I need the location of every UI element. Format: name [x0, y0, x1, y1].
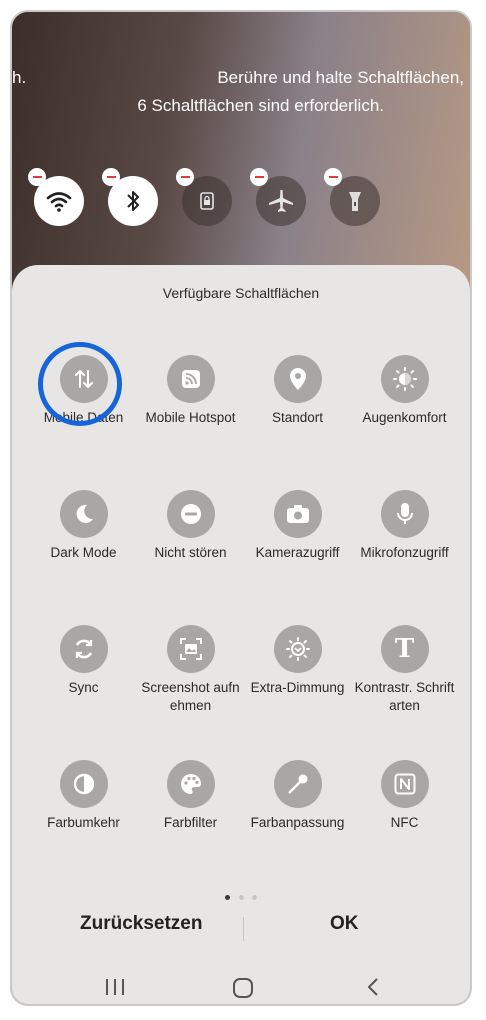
tile-label: Screenshot aufnehmen	[141, 680, 240, 713]
tile-microphone-access[interactable]: Mikrofonzugriff	[351, 490, 458, 562]
microphone-access-icon	[380, 490, 429, 538]
back-icon	[368, 978, 378, 996]
remove-badge[interactable]	[176, 168, 194, 186]
nfc-icon	[380, 760, 429, 808]
tile-label: Sync	[68, 680, 99, 695]
mobile-hotspot-icon	[166, 355, 215, 403]
screenshot-icon	[166, 625, 215, 673]
bluetooth-icon	[127, 191, 139, 211]
page-dot-current[interactable]	[225, 895, 231, 900]
tile-label: Nicht stören	[154, 545, 227, 560]
wifi-icon	[46, 192, 72, 212]
tile-label: Extra-Dimmung	[250, 680, 345, 695]
do-not-disturb-icon	[166, 490, 215, 538]
home-icon	[233, 978, 253, 998]
remove-badge[interactable]	[28, 168, 46, 186]
sync-icon	[59, 625, 108, 673]
tile-location[interactable]: Standort	[244, 355, 351, 427]
quick-button-airplane[interactable]	[250, 168, 306, 226]
quick-button-flashlight[interactable]	[324, 168, 380, 226]
tile-nfc[interactable]: NFC	[351, 760, 458, 832]
tile-mobile-hotspot[interactable]: Mobile Hotspot	[137, 355, 244, 427]
tile-color-filter[interactable]: Farbfilter	[137, 760, 244, 832]
highlight-ring	[38, 342, 122, 426]
color-adjustment-icon	[273, 760, 322, 808]
tile-color-inversion[interactable]: Farbumkehr	[30, 760, 137, 832]
page-indicator	[12, 887, 470, 905]
tile-label: Dark Mode	[50, 545, 117, 560]
tile-bold-font[interactable]: T Kontrastr. Schriftarten	[351, 625, 458, 715]
remove-badge[interactable]	[324, 168, 342, 186]
tile-label: Farbumkehr	[47, 815, 120, 830]
extra-dim-icon	[273, 625, 322, 673]
quick-button-bluetooth[interactable]	[102, 168, 158, 226]
page-dot[interactable]	[238, 895, 244, 900]
tile-sync[interactable]: Sync	[30, 625, 137, 697]
navigation-bar	[12, 965, 470, 1004]
reset-button[interactable]: Zurücksetzen	[80, 913, 202, 935]
eye-comfort-icon	[380, 355, 429, 403]
remove-badge[interactable]	[102, 168, 120, 186]
ok-button[interactable]: OK	[330, 913, 359, 935]
dark-mode-icon	[59, 490, 108, 538]
back-button[interactable]	[366, 977, 380, 1002]
tile-label: Augenkomfort	[362, 410, 447, 425]
tile-do-not-disturb[interactable]: Nicht stören	[137, 490, 244, 562]
quick-button-rotation-lock[interactable]	[176, 168, 232, 226]
airplane-icon	[269, 190, 293, 212]
tile-camera-access[interactable]: Kamerazugriff	[244, 490, 351, 562]
tile-label: Farbanpassung	[250, 815, 345, 830]
flashlight-icon	[349, 192, 361, 211]
color-filter-icon	[166, 760, 215, 808]
tile-label: Mikrofonzugriff	[360, 545, 449, 560]
tile-label: Standort	[271, 410, 324, 425]
tile-label: Farbfilter	[163, 815, 218, 830]
phone-screen: h. Berühre und halte Schaltflächen, 6 Sc…	[10, 10, 472, 1006]
location-icon	[273, 355, 322, 403]
tile-screenshot[interactable]: Screenshot aufnehmen	[137, 625, 244, 715]
tile-label: Mobile Hotspot	[145, 410, 236, 425]
camera-access-icon	[273, 490, 322, 538]
active-quick-buttons	[12, 168, 470, 236]
remove-badge[interactable]	[250, 168, 268, 186]
bold-font-icon: T	[380, 625, 429, 673]
tile-label: Kamerazugriff	[255, 545, 340, 560]
hint-line-1: Berühre und halte Schaltflächen,	[217, 68, 464, 87]
hint-line-2: 6 Schaltflächen sind erforderlich.	[137, 96, 384, 115]
sheet-title: Verfügbare Schaltflächen	[162, 285, 320, 301]
tile-color-adjustment[interactable]: Farbanpassung	[244, 760, 351, 832]
hint-fragment: h.	[12, 68, 27, 87]
tile-label: Kontrastr. Schriftarten	[354, 680, 455, 713]
quick-button-wifi[interactable]	[28, 168, 84, 226]
lock-rotation-icon	[200, 192, 214, 210]
button-divider	[243, 917, 244, 941]
home-button[interactable]	[232, 977, 254, 1004]
tile-dark-mode[interactable]: Dark Mode	[30, 490, 137, 562]
tile-eye-comfort[interactable]: Augenkomfort	[351, 355, 458, 427]
recent-apps-icon	[106, 979, 124, 995]
page-dot[interactable]	[251, 895, 257, 900]
recent-apps-button[interactable]	[104, 977, 126, 1002]
tile-label: NFC	[390, 815, 419, 830]
tile-extra-dim[interactable]: Extra-Dimmung	[244, 625, 351, 697]
color-inversion-icon	[59, 760, 108, 808]
